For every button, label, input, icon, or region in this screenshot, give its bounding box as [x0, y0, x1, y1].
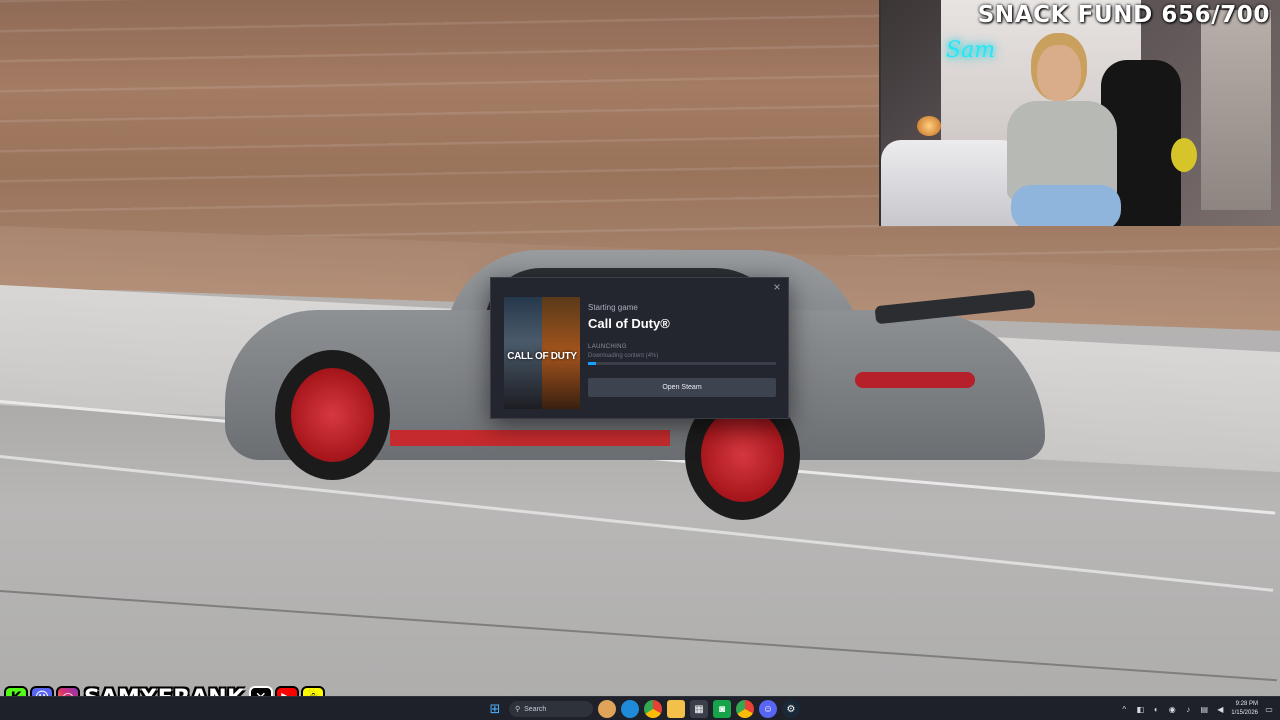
steam-icon[interactable]: ⚙ — [782, 700, 800, 718]
tray-app-icon[interactable]: ◧ — [1135, 704, 1145, 714]
webcam-door — [1201, 10, 1271, 210]
microphone-icon[interactable]: ♪ — [1183, 704, 1193, 714]
app-icon[interactable]: ◙ — [713, 700, 731, 718]
game-title: Call of Duty® — [588, 316, 670, 331]
download-progress-bar — [588, 362, 776, 365]
car-front-wheel — [275, 350, 390, 480]
webcam-balloon — [1171, 138, 1197, 172]
progress-fill — [588, 362, 596, 365]
webcam-feed: Sam — [879, 0, 1280, 226]
download-status: Downloading content (4%) — [588, 353, 659, 359]
network-icon[interactable]: ▤ — [1199, 704, 1209, 714]
tray-app-icon[interactable]: ◐ — [1151, 704, 1161, 714]
taskbar-apps: ⊞ ⚲ Search ▦ ◙ ☺ ⚙ — [486, 697, 800, 720]
open-steam-button[interactable]: Open Steam — [588, 378, 776, 397]
store-icon[interactable]: ▦ — [690, 700, 708, 718]
start-icon[interactable]: ⊞ — [486, 700, 504, 718]
chevron-up-icon[interactable]: ^ — [1119, 704, 1129, 714]
taskbar-search[interactable]: ⚲ Search — [509, 701, 593, 717]
launch-status: LAUNCHING — [588, 344, 627, 350]
notification-icon[interactable]: ▭ — [1264, 704, 1274, 714]
clock[interactable]: 9:28 PM 1/15/2026 — [1231, 700, 1258, 718]
close-icon[interactable]: × — [770, 280, 784, 294]
clock-date: 1/15/2026 — [1231, 710, 1258, 716]
car-taillight — [855, 372, 975, 388]
taskbar: ⊞ ⚲ Search ▦ ◙ ☺ ⚙ ^ ◧ ◐ ◉ ♪ ▤ ◀ 9:28 PM… — [0, 696, 1280, 720]
webcam-lamp — [917, 116, 941, 136]
cover-title: CALL OF DUTY — [507, 351, 577, 362]
streamer-legs — [1011, 185, 1121, 226]
neon-sign: Sam — [946, 38, 996, 63]
game-cover-art: CALL OF DUTY — [504, 297, 580, 409]
search-placeholder: Search — [524, 705, 547, 713]
streamer — [1001, 45, 1121, 226]
discord-icon[interactable]: ☺ — [759, 700, 777, 718]
steam-launch-dialog: × CALL OF DUTY Starting game Call of Dut… — [490, 277, 789, 419]
chrome-icon[interactable] — [644, 700, 662, 718]
file-explorer-icon[interactable] — [667, 700, 685, 718]
snack-fund-counter: SNACK FUND 656/700 — [977, 2, 1270, 28]
clock-time: 9:28 PM — [1235, 701, 1258, 707]
starting-game-label: Starting game — [588, 303, 638, 312]
streamer-head — [1037, 45, 1081, 101]
search-icon: ⚲ — [515, 706, 521, 713]
chrome-icon[interactable] — [736, 700, 754, 718]
webcam-bed — [881, 140, 1021, 226]
widgets-icon[interactable] — [598, 700, 616, 718]
volume-icon[interactable]: ◀ — [1215, 704, 1225, 714]
tray-app-icon[interactable]: ◉ — [1167, 704, 1177, 714]
car-stripe — [390, 430, 670, 446]
edge-icon[interactable] — [621, 700, 639, 718]
system-tray: ^ ◧ ◐ ◉ ♪ ▤ ◀ 9:28 PM 1/15/2026 ▭ — [1119, 697, 1274, 720]
